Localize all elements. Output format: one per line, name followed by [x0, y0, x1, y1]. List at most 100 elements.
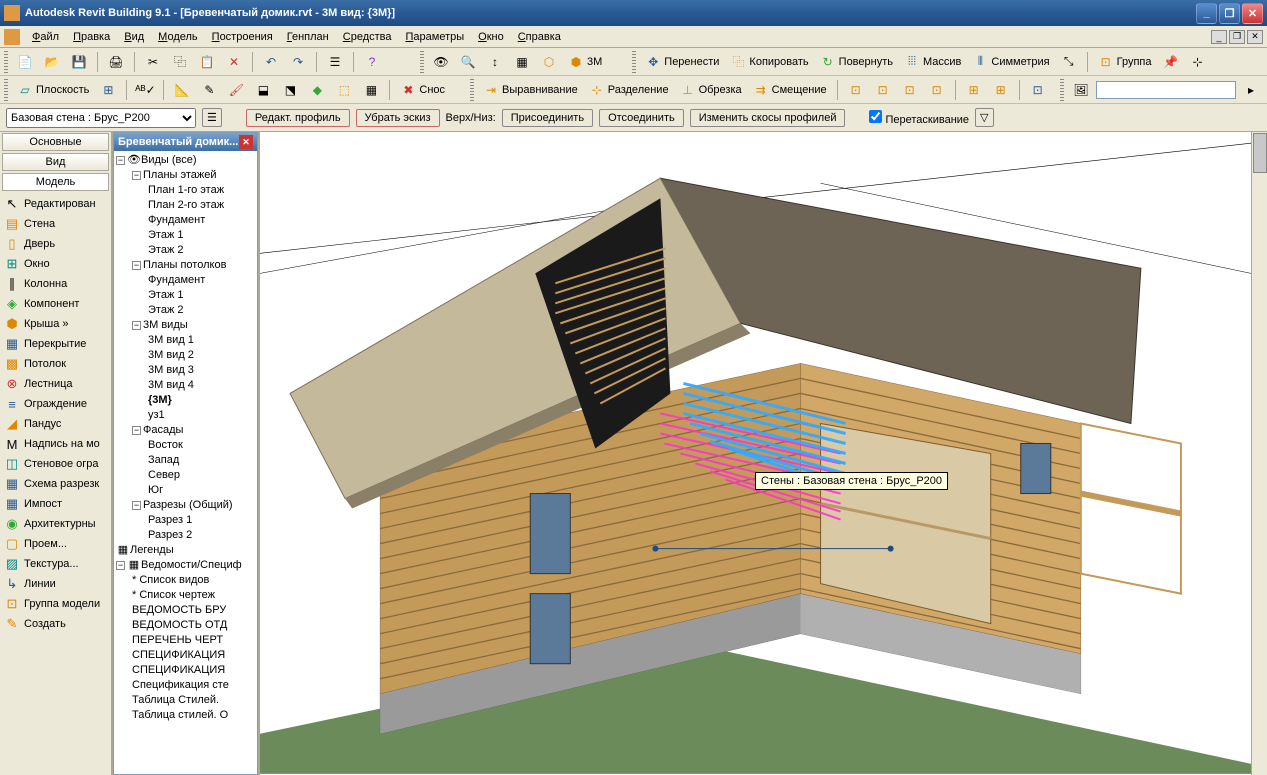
3d-canvas[interactable]: Стены : Базовая стена : Брус_Р200 — [260, 132, 1251, 775]
tree-item[interactable]: Фундамент — [148, 214, 205, 226]
maximize-button[interactable]: ❐ — [1219, 3, 1240, 24]
tree-item[interactable]: * Список чертеж — [132, 589, 215, 601]
designbar-tool-15[interactable]: ▦Импост — [0, 494, 111, 514]
tree-item[interactable]: 3М вид 4 — [148, 379, 194, 391]
render-go-button[interactable]: ▸ — [1239, 79, 1263, 101]
designbar-tool-18[interactable]: ▨Текстура... — [0, 554, 111, 574]
designbar-tool-7[interactable]: ▦Перекрытие — [0, 334, 111, 354]
shading-button[interactable]: ▦ — [510, 51, 534, 73]
doc-minimize-button[interactable]: _ — [1211, 30, 1227, 44]
edit-profile-button[interactable]: Редакт. профиль — [246, 109, 350, 127]
menu-model[interactable]: Модель — [152, 29, 204, 45]
designbar-tool-0[interactable]: ↖Редактирован — [0, 194, 111, 214]
group-button[interactable]: ⊡Группа — [1094, 51, 1156, 73]
vertical-scrollbar[interactable] — [1251, 132, 1267, 775]
designbar-tool-21[interactable]: ✎Создать — [0, 614, 111, 634]
tab1-button[interactable]: ⊡ — [844, 79, 868, 101]
designbar-tool-4[interactable]: ∥Колонна — [0, 274, 111, 294]
tree-item[interactable]: Фундамент — [148, 274, 205, 286]
designbar-tool-3[interactable]: ⊞Окно — [0, 254, 111, 274]
tree-item[interactable]: План 2-го этаж — [148, 199, 224, 211]
properties-button[interactable]: ☰ — [323, 51, 347, 73]
tree-floor-plans[interactable]: Планы этажей — [143, 169, 217, 181]
new-button[interactable]: 📄 — [13, 51, 37, 73]
view-tab-button[interactable]: ⊡ — [1026, 79, 1050, 101]
dyn-view-button[interactable]: 👁 — [429, 51, 453, 73]
tree-item[interactable]: {3М} — [148, 394, 172, 406]
detach-button[interactable]: Отсоединить — [599, 109, 684, 127]
browser-close-icon[interactable]: ✕ — [239, 135, 253, 149]
offset-button[interactable]: ⇉Смещение — [749, 79, 831, 101]
solid-button[interactable]: ▦ — [359, 79, 383, 101]
tree-item[interactable]: Восток — [148, 439, 183, 451]
tree-item[interactable]: Таблица Стилей. — [132, 694, 219, 706]
drag-checkbox-label[interactable]: Перетаскивание — [869, 110, 969, 126]
tree-item[interactable]: Таблица стилей. О — [132, 709, 228, 721]
tab3-button[interactable]: ⊡ — [898, 79, 922, 101]
tree-item[interactable]: Этаж 1 — [148, 229, 183, 241]
tab4-button[interactable]: ⊡ — [925, 79, 949, 101]
resize-button[interactable]: ⤡ — [1057, 51, 1081, 73]
designbar-tool-20[interactable]: ⊡Группа модели — [0, 594, 111, 614]
tree-ceiling-plans[interactable]: Планы потолков — [143, 259, 226, 271]
tree-item[interactable]: Этаж 2 — [148, 244, 183, 256]
designbar-tab-view[interactable]: Вид — [2, 153, 109, 171]
tree-item[interactable]: Спецификация сте — [132, 679, 229, 691]
redo-button[interactable]: ↷ — [286, 51, 310, 73]
tree-item[interactable]: Этаж 1 — [148, 289, 183, 301]
menu-draft[interactable]: Построения — [206, 29, 279, 45]
wall-join-button[interactable]: ◆ — [305, 79, 329, 101]
menu-file[interactable]: Файл — [26, 29, 65, 45]
3d-view-button[interactable]: ⬢3М — [564, 51, 606, 73]
align-button[interactable]: ⇥Выравнивание — [479, 79, 582, 101]
move-button[interactable]: ✥Перенести — [641, 51, 723, 73]
designbar-tab-basics[interactable]: Основные — [2, 133, 109, 151]
copy-button[interactable]: ⿻ — [168, 51, 192, 73]
mirror-button[interactable]: ⦀Симметрия — [968, 51, 1053, 73]
tree-item[interactable]: Север — [148, 469, 180, 481]
menu-help[interactable]: Справка — [512, 29, 567, 45]
finish-sketch-button[interactable]: Убрать эскиз — [356, 109, 440, 127]
drag-checkbox[interactable] — [869, 110, 882, 123]
window-tab2-button[interactable]: ⊞ — [989, 79, 1013, 101]
help-button[interactable]: ? — [360, 51, 384, 73]
designbar-tool-6[interactable]: ⬢Крыша » — [0, 314, 111, 334]
tree-item[interactable]: СПЕЦИФИКАЦИЯ — [132, 664, 225, 676]
unjoin-button[interactable]: ⬔ — [278, 79, 302, 101]
menu-edit[interactable]: Правка — [67, 29, 116, 45]
designbar-tool-1[interactable]: ▤Стена — [0, 214, 111, 234]
designbar-tool-17[interactable]: ▢Проем... — [0, 534, 111, 554]
tape-button[interactable]: 📐 — [170, 79, 194, 101]
render-input[interactable] — [1096, 81, 1236, 99]
demolish-button[interactable]: ✖Снос — [396, 79, 449, 101]
tree-views-all[interactable]: Виды (все) — [141, 154, 197, 166]
thin-lines-button[interactable]: ↕ — [483, 51, 507, 73]
designbar-tool-10[interactable]: ≡Ограждение — [0, 394, 111, 414]
tree-sections[interactable]: Разрезы (Общий) — [143, 499, 233, 511]
tree-item[interactable]: Запад — [148, 454, 179, 466]
3d-cube-button[interactable]: ⬡ — [537, 51, 561, 73]
designbar-tool-14[interactable]: ▦Схема разрезк — [0, 474, 111, 494]
tree-item[interactable]: Разрез 1 — [148, 514, 192, 526]
menu-tools[interactable]: Средства — [337, 29, 398, 45]
tree-item[interactable]: 3М вид 2 — [148, 349, 194, 361]
trim-button[interactable]: ⊥Обрезка — [676, 79, 746, 101]
box-button[interactable]: ⬚ — [332, 79, 356, 101]
designbar-tool-9[interactable]: ⊗Лестница — [0, 374, 111, 394]
designbar-tool-11[interactable]: ◢Пандус — [0, 414, 111, 434]
rotate-button[interactable]: ↻Повернуть — [816, 51, 897, 73]
tree-item[interactable]: План 1-го этаж — [148, 184, 224, 196]
window-tab1-button[interactable]: ⊞ — [962, 79, 986, 101]
tree-item[interactable]: уз1 — [148, 409, 165, 421]
tree-item[interactable]: Разрез 2 — [148, 529, 192, 541]
close-button[interactable]: ✕ — [1242, 3, 1263, 24]
paint-button[interactable]: 🖌 — [224, 79, 248, 101]
minimize-button[interactable]: _ — [1196, 3, 1217, 24]
designbar-tool-13[interactable]: ◫Стеновое огра — [0, 454, 111, 474]
menu-site[interactable]: Генплан — [281, 29, 335, 45]
doc-close-button[interactable]: ✕ — [1247, 30, 1263, 44]
menu-window[interactable]: Окно — [472, 29, 510, 45]
designbar-tool-5[interactable]: ◈Компонент — [0, 294, 111, 314]
tree-schedules[interactable]: Ведомости/Специф — [141, 559, 242, 571]
linework-button[interactable]: ✎ — [197, 79, 221, 101]
